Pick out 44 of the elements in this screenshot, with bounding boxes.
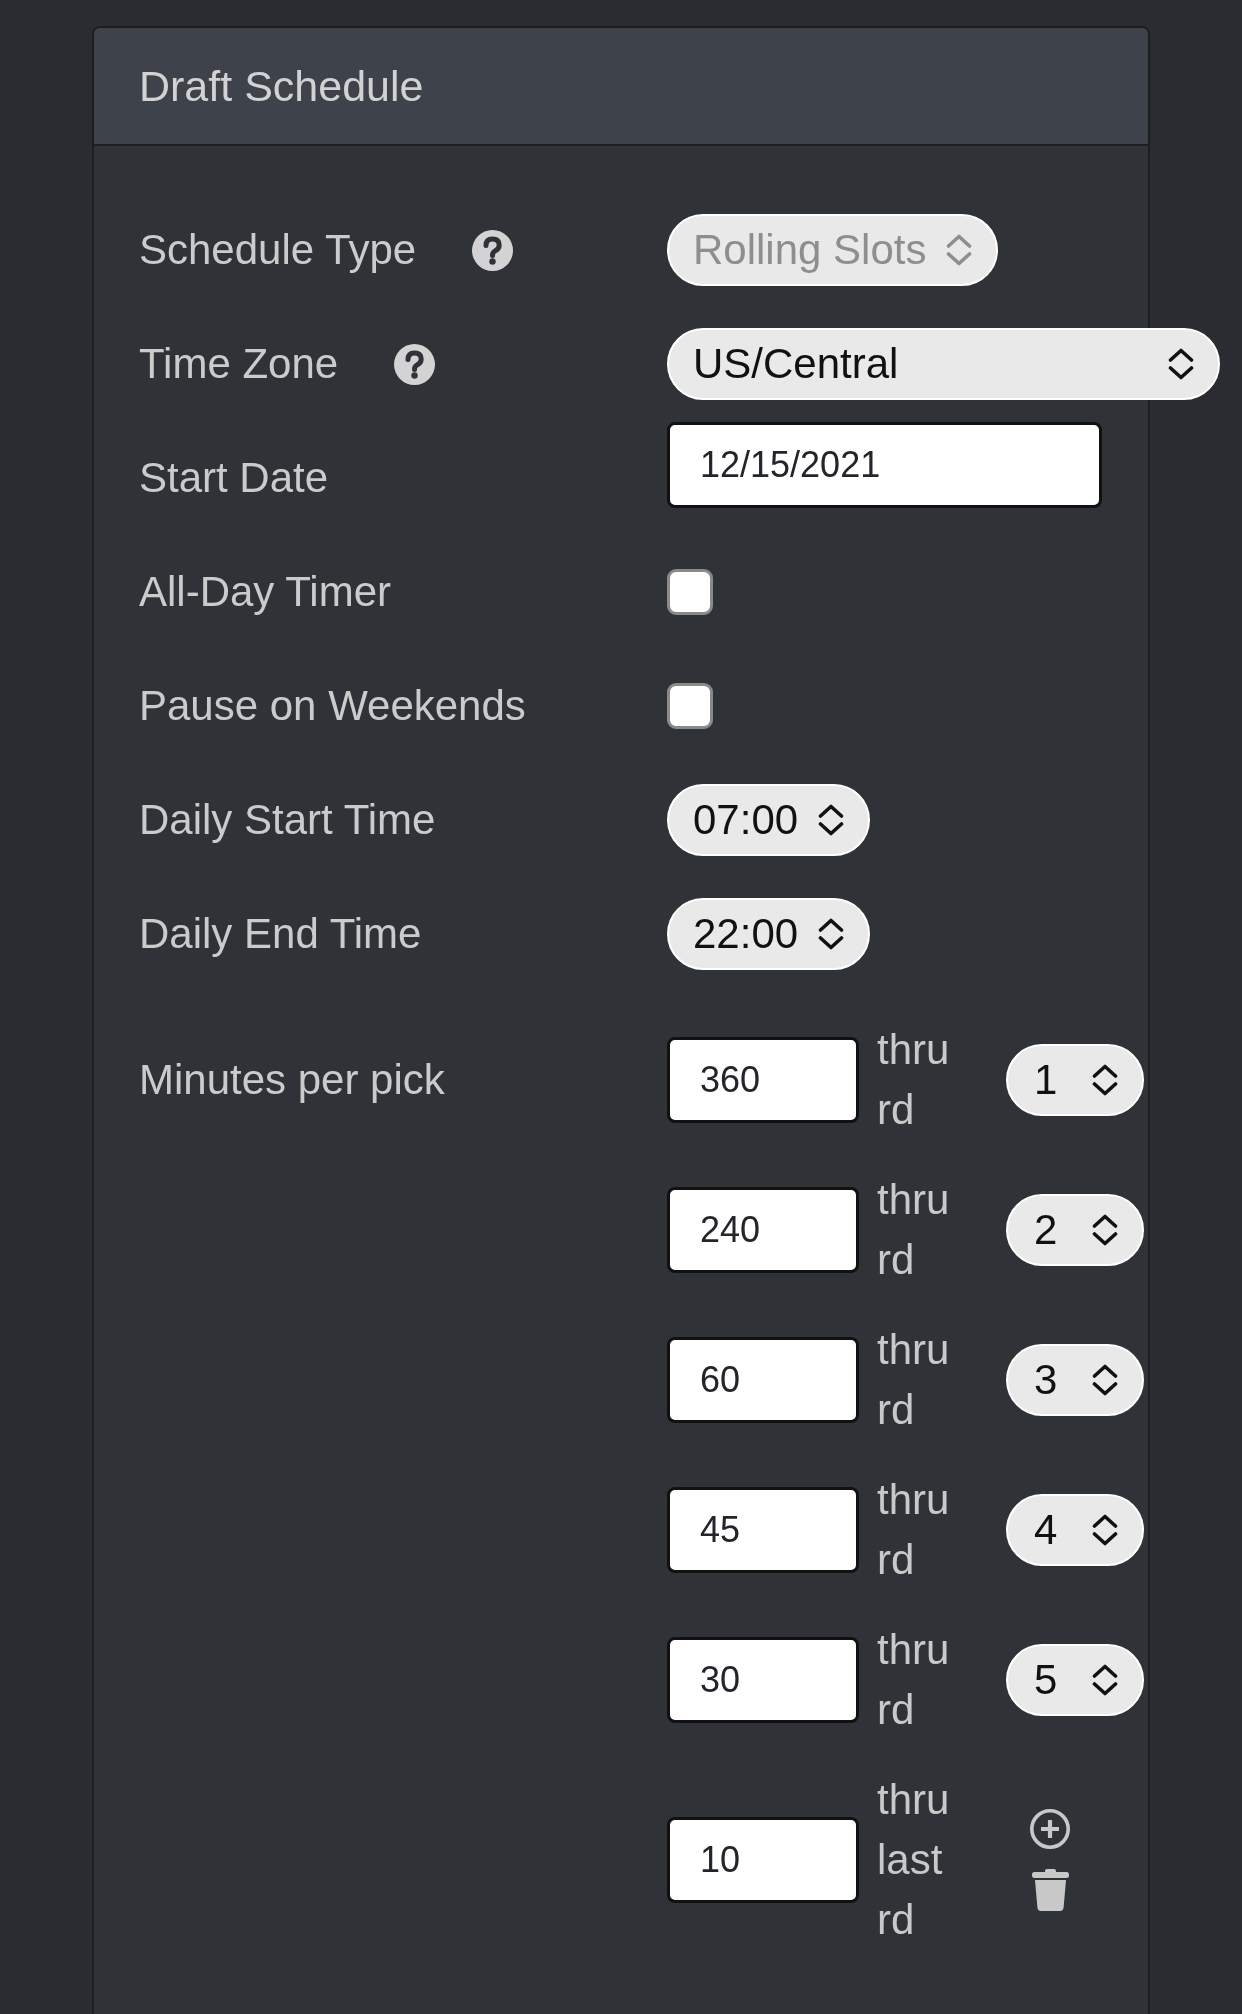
date-field[interactable]: 12/15/2021 xyxy=(667,422,1102,508)
minutes-field[interactable]: 240 xyxy=(667,1187,859,1273)
updown-chevron-icon xyxy=(946,234,973,266)
updown-chevron-icon xyxy=(1092,1514,1118,1546)
trash-icon[interactable] xyxy=(1031,1869,1069,1911)
updown-chevron-icon xyxy=(1168,348,1194,380)
help-icon[interactable] xyxy=(394,343,436,385)
round-dropdown[interactable]: 3 xyxy=(1006,1344,1144,1416)
minutes-field[interactable]: 360 xyxy=(667,1037,859,1123)
round-dropdown[interactable]: 1 xyxy=(1006,1044,1144,1116)
field-label: Pause on Weekends xyxy=(139,682,526,730)
thru-round-label: thru last rd xyxy=(877,1775,951,1945)
updown-chevron-icon xyxy=(1092,1364,1118,1396)
updown-chevron-icon xyxy=(818,918,845,950)
updown-chevron-icon xyxy=(1092,1064,1118,1096)
round-dropdown[interactable]: 5 xyxy=(1006,1644,1144,1716)
field-label: Daily Start Time xyxy=(139,796,436,844)
minutes-field[interactable]: 60 xyxy=(667,1337,859,1423)
round-dropdown[interactable]: 4 xyxy=(1006,1494,1144,1566)
dropdown[interactable]: US/Central xyxy=(667,328,1220,400)
plus-circle-icon[interactable] xyxy=(1030,1809,1070,1849)
updown-chevron-icon xyxy=(818,804,845,836)
updown-chevron-icon xyxy=(1092,1214,1118,1246)
field-label: Daily End Time xyxy=(139,910,422,958)
field-label: All-Day Timer xyxy=(139,568,392,616)
field-label: Minutes per pick xyxy=(139,1056,445,1104)
field-label: Time Zone xyxy=(139,340,339,388)
thru-round-label: thru rd xyxy=(877,1325,951,1435)
checkbox[interactable] xyxy=(667,569,713,615)
updown-chevron-icon xyxy=(1092,1664,1118,1696)
thru-round-label: thru rd xyxy=(877,1175,951,1285)
thru-round-label: thru rd xyxy=(877,1475,951,1585)
field-label: Start Date xyxy=(139,454,329,502)
round-dropdown[interactable]: 2 xyxy=(1006,1194,1144,1266)
minutes-field[interactable]: 30 xyxy=(667,1637,859,1723)
panel-title: Draft Schedule xyxy=(139,61,424,111)
thru-round-label: thru rd xyxy=(877,1025,951,1135)
dropdown[interactable]: 22:00 xyxy=(667,898,871,970)
minutes-field[interactable]: 45 xyxy=(667,1487,859,1573)
field-label: Schedule Type xyxy=(139,226,417,274)
dropdown[interactable]: 07:00 xyxy=(667,784,871,856)
minutes-field[interactable]: 10 xyxy=(667,1817,859,1903)
checkbox[interactable] xyxy=(667,683,713,729)
thru-round-label: thru rd xyxy=(877,1625,951,1735)
